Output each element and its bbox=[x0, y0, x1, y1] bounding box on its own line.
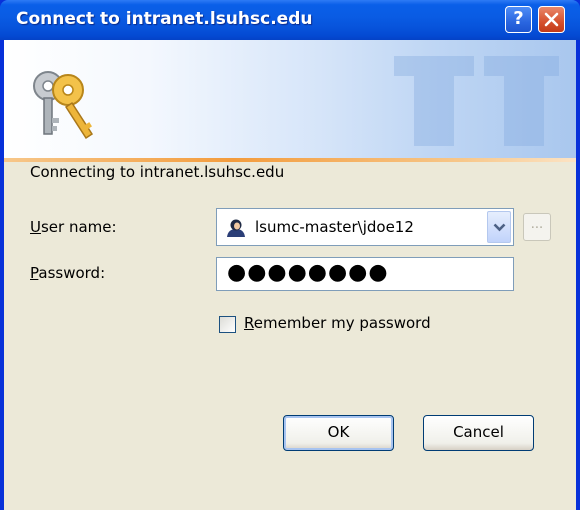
password-field[interactable]: ●●●●●●●● bbox=[216, 257, 514, 291]
close-button[interactable] bbox=[538, 6, 565, 33]
remember-password-label[interactable]: Remember my password bbox=[244, 314, 431, 332]
window-title: Connect to intranet.lsuhsc.edu bbox=[16, 9, 313, 29]
dialog-window: Connect to intranet.lsuhsc.edu ? Connect… bbox=[0, 0, 580, 510]
browse-users-button[interactable]: ... bbox=[523, 213, 551, 241]
title-bar[interactable]: Connect to intranet.lsuhsc.edu ? bbox=[0, 0, 580, 40]
cancel-button[interactable]: Cancel bbox=[423, 415, 534, 451]
chevron-down-icon bbox=[493, 223, 506, 232]
remember-password-checkbox[interactable] bbox=[219, 316, 236, 333]
keys-icon bbox=[33, 71, 94, 140]
user-name-label: User name: bbox=[30, 218, 117, 236]
user-name-mnemonic: U bbox=[30, 218, 41, 236]
ok-button[interactable]: OK bbox=[283, 415, 394, 451]
banner-separator bbox=[4, 158, 576, 162]
user-name-combobox[interactable]: lsumc-master\jdoe12 bbox=[216, 208, 514, 246]
help-button[interactable]: ? bbox=[505, 6, 532, 33]
close-icon bbox=[544, 12, 559, 27]
remember-mnemonic: R bbox=[244, 314, 254, 332]
user-name-dropdown-button[interactable] bbox=[487, 211, 511, 243]
connecting-message: Connecting to intranet.lsuhsc.edu bbox=[30, 163, 285, 181]
user-name-value: lsumc-master\jdoe12 bbox=[255, 218, 414, 236]
password-label-rest: assword: bbox=[38, 264, 106, 282]
user-name-label-rest: ser name: bbox=[40, 218, 117, 236]
remember-label-rest: emember my password bbox=[253, 314, 431, 332]
banner-decoration-icon bbox=[394, 56, 559, 146]
banner bbox=[4, 40, 576, 158]
user-avatar-icon bbox=[227, 219, 245, 237]
password-label: Password: bbox=[30, 264, 105, 282]
